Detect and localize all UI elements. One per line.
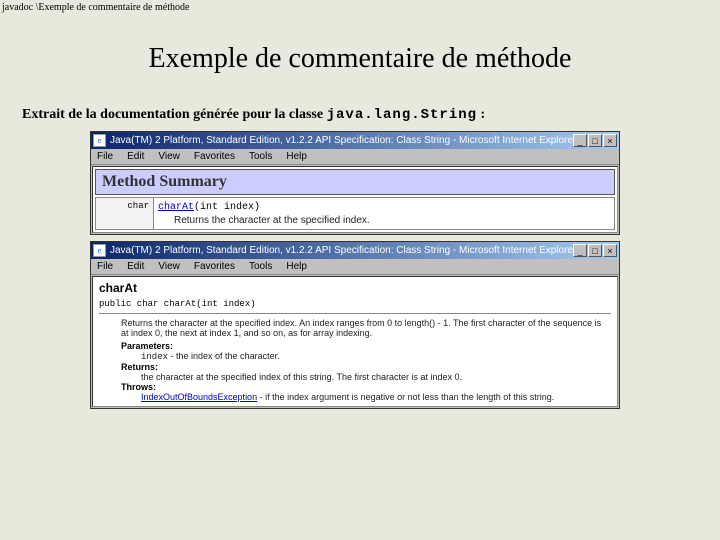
method-link-charat[interactable]: charAt — [158, 202, 194, 213]
menu-help[interactable]: Help — [286, 261, 307, 272]
menu-view[interactable]: View — [158, 261, 180, 272]
window-title: Java(TM) 2 Platform, Standard Edition, v… — [110, 245, 573, 256]
menu-file[interactable]: File — [97, 151, 113, 162]
titlebar: e Java(TM) 2 Platform, Standard Edition,… — [91, 132, 619, 149]
menubar: File Edit View Favorites Tools Help — [91, 149, 619, 165]
page-title: Exemple de commentaire de méthode — [0, 43, 720, 75]
ie-icon: e — [93, 134, 106, 147]
throws-line: IndexOutOfBoundsException - if the index… — [141, 392, 611, 402]
method-short-desc: Returns the character at the specified i… — [158, 213, 610, 226]
ie-window-detail: e Java(TM) 2 Platform, Standard Edition,… — [90, 241, 620, 409]
method-detail-body: Returns the character at the specified i… — [121, 318, 611, 338]
method-detail-signature: public char charAt(int index) — [99, 299, 611, 309]
returns-line: the character at the specified index of … — [141, 372, 611, 382]
intro-suffix: : — [477, 107, 485, 122]
parameters-label: Parameters: — [121, 341, 611, 351]
menu-favorites[interactable]: Favorites — [194, 261, 235, 272]
maximize-button[interactable]: □ — [588, 134, 602, 147]
close-button[interactable]: × — [603, 134, 617, 147]
throws-exception-link[interactable]: IndexOutOfBoundsException — [141, 392, 257, 402]
method-summary-header: Method Summary — [95, 169, 615, 195]
menu-tools[interactable]: Tools — [249, 151, 272, 162]
rule — [99, 313, 611, 314]
menu-help[interactable]: Help — [286, 151, 307, 162]
ie-icon: e — [93, 244, 106, 257]
minimize-button[interactable]: _ — [573, 244, 587, 257]
method-detail-name: charAt — [99, 281, 611, 295]
intro-class: java.lang.String — [327, 107, 477, 123]
menu-edit[interactable]: Edit — [127, 261, 144, 272]
breadcrumb: javadoc \Exemple de commentaire de métho… — [0, 0, 720, 15]
content-summary: Method Summary char charAt(int index) Re… — [92, 166, 618, 233]
menubar: File Edit View Favorites Tools Help — [91, 259, 619, 275]
intro-text: Extrait de la documentation générée pour… — [22, 107, 720, 123]
menu-tools[interactable]: Tools — [249, 261, 272, 272]
minimize-button[interactable]: _ — [573, 134, 587, 147]
return-type: char — [96, 198, 154, 229]
intro-prefix: Extrait de la documentation générée pour… — [22, 107, 327, 122]
throws-desc: - if the index argument is negative or n… — [257, 392, 554, 402]
menu-file[interactable]: File — [97, 261, 113, 272]
menu-edit[interactable]: Edit — [127, 151, 144, 162]
param-desc: - the index of the character. — [168, 351, 280, 361]
content-detail: charAt public char charAt(int index) Ret… — [92, 276, 618, 407]
menu-view[interactable]: View — [158, 151, 180, 162]
ie-window-summary: e Java(TM) 2 Platform, Standard Edition,… — [90, 131, 620, 235]
maximize-button[interactable]: □ — [588, 244, 602, 257]
menu-favorites[interactable]: Favorites — [194, 151, 235, 162]
close-button[interactable]: × — [603, 244, 617, 257]
returns-label: Returns: — [121, 362, 611, 372]
titlebar: e Java(TM) 2 Platform, Standard Edition,… — [91, 242, 619, 259]
param-name: index — [141, 352, 168, 362]
parameter-line: index - the index of the character. — [141, 351, 611, 362]
method-summary-row: char charAt(int index) Returns the chara… — [95, 197, 615, 230]
throws-label: Throws: — [121, 382, 611, 392]
method-signature: (int index) — [194, 202, 260, 213]
window-title: Java(TM) 2 Platform, Standard Edition, v… — [110, 135, 573, 146]
